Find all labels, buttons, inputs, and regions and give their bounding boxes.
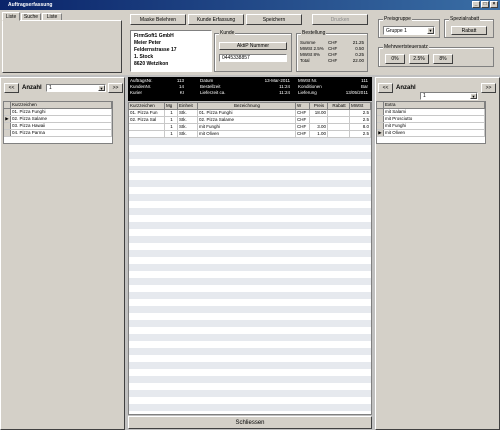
col-header: Bezeichnung xyxy=(198,103,296,109)
table-row[interactable]: 01. Pizza Fun 1 Stk. 01. Pizza Funghi CH… xyxy=(129,110,371,117)
product-list: Kurzzeichen 01. Pizza Funghi ▶ 02. Pizza … xyxy=(3,101,113,144)
address-line: 8620 Wetzikon xyxy=(134,61,169,67)
col-header: Preis xyxy=(310,103,328,109)
address-line: Feldernstrasse 17 xyxy=(134,47,177,53)
list-item[interactable]: ▶ 02. Pizza Salame xyxy=(4,116,112,123)
order-summary-title: Bestellung xyxy=(301,30,327,36)
price-group-group: Preisgruppe Gruppe 1 ▼ xyxy=(378,16,440,38)
list-item[interactable]: mit Prosciutto xyxy=(377,116,485,123)
list-item[interactable]: mit Salami xyxy=(377,109,485,116)
list-item[interactable]: 01. Pizza Funghi xyxy=(4,109,112,116)
close-window-button[interactable]: × xyxy=(490,1,498,8)
extras-list: Extra mit Salami mit Prosciutto mit Fung… xyxy=(376,101,486,144)
left-amount-select[interactable]: 1 ▼ xyxy=(46,84,106,92)
address-line: Meier Peter xyxy=(134,40,161,46)
address-box: FirmSoft1 GmbH Meier Peter Feldernstrass… xyxy=(130,30,212,72)
col-header: Kurzzeichen xyxy=(129,103,165,109)
customer-group: Kunde AktiP Nummer 0445338857 xyxy=(214,30,292,72)
table-row[interactable]: 1 Stk. mit Funghi CHF 3.00 8.0 xyxy=(129,124,371,131)
chevron-down-icon[interactable]: ▼ xyxy=(427,27,434,34)
special-discount-group: Spezialrabatt Rabatt xyxy=(444,16,494,38)
order-info-right: MWSt Nr. 111 Konditionen Bar Lieferung 13/0… xyxy=(298,78,368,95)
list-item[interactable]: ▶ mit Oliven xyxy=(377,130,485,137)
left-prev-button[interactable]: << xyxy=(4,83,19,93)
vat-2-5-button[interactable]: 2.5% xyxy=(409,54,429,64)
row-pointer-icon: ▶ xyxy=(4,116,11,122)
order-lines-grid: Kurzzeichen Mg Einheit Bezeichnung W Pre… xyxy=(128,102,372,415)
right-amount-label: Anzahl xyxy=(396,85,416,91)
row-pointer-icon: ▶ xyxy=(377,130,384,136)
new-customer-button[interactable]: Maske Belehren xyxy=(130,14,186,25)
close-button[interactable]: Schliessen xyxy=(128,416,372,429)
summary-row: Total CHF 22.00 xyxy=(300,58,364,63)
chevron-down-icon[interactable]: ▼ xyxy=(98,85,105,91)
table-row[interactable]: 02. Pizza Sal 1 Stk. 02. Pizza Salame CH… xyxy=(129,117,371,124)
customer-group-title: Kunde xyxy=(219,30,236,36)
title-bar: Auftragserfassung _ □ × xyxy=(0,0,500,10)
vat-8-button[interactable]: 8% xyxy=(433,54,453,64)
right-amount-select[interactable]: 1 ▼ xyxy=(420,92,478,100)
chevron-down-icon[interactable]: ▼ xyxy=(470,93,477,99)
address-line: FirmSoft1 GmbH xyxy=(134,33,174,39)
left-next-button[interactable]: >> xyxy=(108,83,123,93)
tab-list[interactable]: Liste xyxy=(2,12,20,21)
col-header: Rabatt xyxy=(328,103,350,109)
save-button[interactable]: Speichern xyxy=(246,14,302,25)
window-title: Auftragserfassung xyxy=(8,2,53,8)
left-amount-label: Anzahl xyxy=(22,85,42,91)
col-header: MWSt xyxy=(350,103,371,109)
minimize-button[interactable]: _ xyxy=(472,1,480,8)
customer-entry-button[interactable]: Kunde Erfassung xyxy=(188,14,244,25)
list-item[interactable]: mit Funghi xyxy=(377,123,485,130)
right-prev-button[interactable]: << xyxy=(378,83,393,93)
table-row[interactable]: 1 Stk. mit Oliven CHF 1.00 2.5 xyxy=(129,131,371,138)
vat-rate-title: Mehrwertsteuersatz xyxy=(383,44,429,50)
order-info-left: AuftragsNr. 113 KundenNr. 14 Kurier KI xyxy=(130,78,184,95)
col-header: Einheit xyxy=(178,103,198,109)
col-header: W xyxy=(296,103,310,109)
price-group-select[interactable]: Gruppe 1 ▼ xyxy=(383,26,435,35)
maximize-button[interactable]: □ xyxy=(481,1,489,8)
discount-button[interactable]: Rabatt xyxy=(451,26,487,35)
product-list-header: Kurzzeichen xyxy=(4,102,112,109)
grid-header: Kurzzeichen Mg Einheit Bezeichnung W Pre… xyxy=(129,103,371,110)
vat-0-button[interactable]: 0% xyxy=(385,54,405,64)
price-group-title: Preisgruppe xyxy=(383,16,412,22)
order-info-middle: Datum 13-Mar-2011 Bestellzeit 11:24 Liefer… xyxy=(200,78,290,95)
phone-field[interactable]: 0445338857 xyxy=(219,54,287,62)
address-line: 1. Stock xyxy=(134,54,154,60)
order-summary-group: Bestellung Summe CHF 21.25 MWSt 2.5% CHF 0.5… xyxy=(296,30,368,72)
extras-list-header: Extra xyxy=(377,102,485,109)
customer-number-button[interactable]: AktiP Nummer xyxy=(219,42,287,50)
col-header: Mg xyxy=(165,103,178,109)
order-summary-rows: Summe CHF 21.25 MWSt 2.5% CHF 0.50 MWSt 8% CH… xyxy=(300,40,366,64)
list-item[interactable]: 04. Pizza Parma xyxy=(4,130,112,137)
vat-rate-group: Mehrwertsteuersatz 0% 2.5% 8% xyxy=(378,44,494,67)
print-button[interactable]: Drucken xyxy=(312,14,368,25)
list-item[interactable]: 03. Pizza Hawaii xyxy=(4,123,112,130)
right-next-button[interactable]: >> xyxy=(481,83,496,93)
special-discount-title: Spezialrabatt xyxy=(449,16,481,22)
tab-content xyxy=(2,20,122,73)
